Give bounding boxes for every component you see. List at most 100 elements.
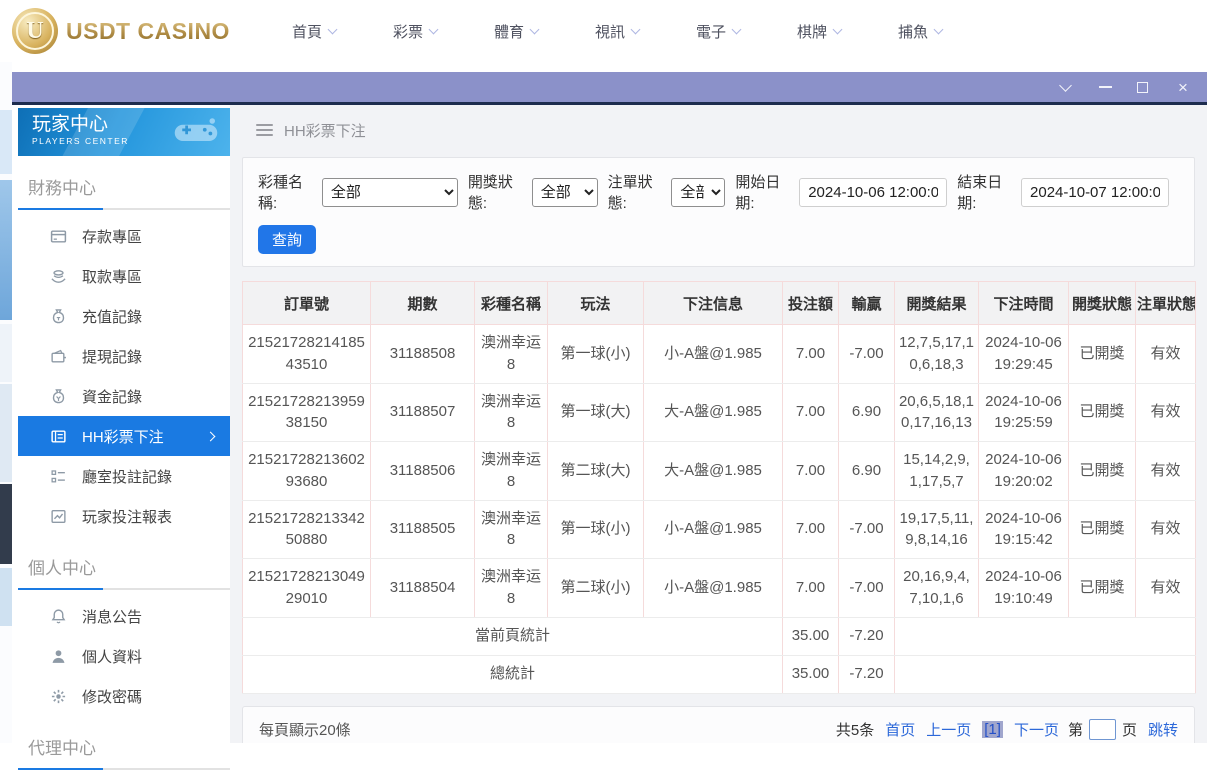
table-cell: 31188506 bbox=[370, 441, 475, 501]
nav-item-label: 捕魚 bbox=[898, 23, 929, 41]
window-close-button[interactable]: × bbox=[1175, 79, 1191, 96]
nav-item-3[interactable]: 視訊 bbox=[595, 21, 641, 42]
table-cell: 已開獎 bbox=[1068, 324, 1136, 384]
minimize-icon bbox=[1099, 86, 1112, 88]
sidebar-item[interactable]: 玩家投注報表 bbox=[18, 496, 230, 536]
nav-item-2[interactable]: 體育 bbox=[493, 21, 540, 42]
table-cell: 第二球(大) bbox=[547, 441, 644, 501]
chevron-down-icon bbox=[327, 24, 338, 34]
table-cell: 已開獎 bbox=[1068, 382, 1136, 442]
page-background-fragment bbox=[0, 180, 12, 320]
withdraw-hand-icon bbox=[50, 268, 67, 285]
recharge-bag-icon bbox=[50, 308, 67, 325]
sidebar-item-label: 存款專區 bbox=[82, 228, 143, 246]
sidebar-item[interactable]: HH彩票下注 bbox=[18, 416, 230, 456]
table-cell: 7.00 bbox=[782, 324, 839, 384]
sidebar-item[interactable]: 取款專區 bbox=[18, 256, 230, 296]
table-cell: 有效 bbox=[1135, 324, 1196, 384]
jump-page-input[interactable] bbox=[1088, 718, 1116, 740]
table-cell: 澳洲幸运8 bbox=[474, 382, 548, 442]
table-cell: 澳洲幸运8 bbox=[474, 441, 548, 501]
start-date-label: 開始日期: bbox=[735, 174, 781, 212]
table-row: 2152172821304929010 31188504 澳洲幸运8 第二球(小) 小-… bbox=[242, 558, 1196, 618]
first-page-link[interactable]: 首页 bbox=[885, 719, 915, 740]
summary-winloss-total-cell: -7.20 bbox=[838, 654, 895, 694]
nav-item-6[interactable]: 捕魚 bbox=[898, 21, 944, 42]
sidebar-title: 玩家中心 bbox=[32, 114, 109, 135]
window-titlebar: × bbox=[12, 72, 1207, 102]
sidebar-item-list: 消息公告 個人資料 修改密碼 bbox=[18, 590, 230, 716]
table-cell: 12,7,5,17,10,6,18,3 bbox=[894, 324, 979, 384]
window-maximize-button[interactable] bbox=[1137, 81, 1153, 93]
end-date-input[interactable] bbox=[1021, 177, 1170, 207]
table-cell: 15,14,2,9,1,17,5,7 bbox=[894, 441, 979, 501]
sidebar-section-title: 代理中心 bbox=[28, 739, 96, 758]
sidebar-section-divider bbox=[18, 588, 230, 590]
nav-item-label: 體育 bbox=[493, 23, 524, 41]
table-cell: 第二球(小) bbox=[547, 558, 644, 618]
nav-item-label: 棋牌 bbox=[797, 23, 828, 41]
table-cell: 第一球(小) bbox=[547, 324, 644, 384]
table-cell: -7.00 bbox=[838, 499, 895, 559]
table-cell: 有效 bbox=[1135, 441, 1196, 501]
table-cell: 澳洲幸运8 bbox=[474, 499, 548, 559]
summary-bet-total-cell: 35.00 bbox=[782, 654, 839, 694]
sidebar-item[interactable]: 修改密碼 bbox=[18, 676, 230, 716]
bet-report-icon bbox=[50, 508, 67, 525]
filter-panel: 彩種名稱: 全部 開獎狀態: 全部 注單狀態: 全部 開始日期: 結束日期: bbox=[242, 157, 1195, 267]
start-date-input[interactable] bbox=[799, 177, 948, 207]
logo-text: USDT CASINO bbox=[66, 17, 230, 44]
sidebar-item[interactable]: 個人資料 bbox=[18, 636, 230, 676]
draw-status-label: 開獎狀態: bbox=[467, 174, 513, 212]
page-background-strip bbox=[0, 62, 12, 743]
window-collapse-button[interactable] bbox=[1059, 78, 1077, 92]
table-cell: 2152172821360293680 bbox=[242, 441, 371, 501]
draw-status-select[interactable]: 全部 bbox=[531, 177, 598, 207]
sidebar-item[interactable]: 存款專區 bbox=[18, 216, 230, 256]
table-header-cell: 輸贏 bbox=[838, 281, 895, 325]
nav-item-5[interactable]: 棋牌 bbox=[797, 21, 843, 42]
nav-item-0[interactable]: 首頁 bbox=[292, 21, 338, 42]
jump-button[interactable]: 跳转 bbox=[1148, 719, 1178, 740]
sidebar-item[interactable]: 消息公告 bbox=[18, 596, 230, 636]
lottery-name-select[interactable]: 全部 bbox=[321, 177, 458, 207]
table-cell: 2152172821334250880 bbox=[242, 499, 371, 559]
next-page-link[interactable]: 下一页 bbox=[1014, 719, 1059, 740]
table-cell: 6.90 bbox=[838, 382, 895, 442]
table-header-cell: 訂單號 bbox=[242, 281, 371, 325]
sidebar-item[interactable]: 充值記錄 bbox=[18, 296, 230, 336]
table-cell: 31188505 bbox=[370, 499, 475, 559]
order-status-select[interactable]: 全部 bbox=[671, 177, 726, 207]
sidebar-item[interactable]: 廳室投註記錄 bbox=[18, 456, 230, 496]
summary-winloss-total-cell: -7.20 bbox=[838, 616, 895, 656]
top-nav-menu: 首頁 彩票 體育 視訊 電子 棋牌 捕魚 bbox=[292, 21, 944, 42]
window-minimize-button[interactable] bbox=[1099, 86, 1115, 88]
window-body: 玩家中心 PLAYERS CENTER 財務中心 存款專區 取款專區 充值記錄 提現記錄… bbox=[12, 102, 1207, 770]
table-cell: 7.00 bbox=[782, 499, 839, 559]
sidebar-section-divider bbox=[18, 208, 230, 210]
sidebar-item[interactable]: 提現記錄 bbox=[18, 336, 230, 376]
table-row: 2152172821395938150 31188507 澳洲幸运8 第一球(大) 大-… bbox=[242, 382, 1196, 442]
lottery-name-label: 彩種名稱: bbox=[258, 174, 304, 212]
table-cell: 2024-10-06 19:25:59 bbox=[978, 382, 1069, 442]
chevron-down-icon bbox=[1059, 78, 1072, 92]
prev-page-link[interactable]: 上一页 bbox=[926, 719, 971, 740]
logo-letter: U bbox=[26, 17, 44, 44]
page-background-fragment bbox=[0, 324, 12, 382]
nav-item-1[interactable]: 彩票 bbox=[393, 21, 439, 42]
menu-hamburger-icon[interactable] bbox=[256, 124, 273, 136]
chevron-down-icon bbox=[630, 24, 641, 34]
table-cell: 澳洲幸运8 bbox=[474, 558, 548, 618]
pagination-bar: 每頁顯示20條 共5条 首页 上一页 [1] 下一页 第 页 跳转 bbox=[242, 705, 1195, 743]
sidebar-item-label: 玩家投注報表 bbox=[82, 508, 173, 526]
site-logo[interactable]: U USDT CASINO bbox=[12, 8, 230, 54]
query-button[interactable]: 查詢 bbox=[258, 225, 317, 254]
sidebar-item[interactable]: 資金記錄 bbox=[18, 376, 230, 416]
summary-empty-cell bbox=[894, 616, 1196, 656]
table-cell: 6.90 bbox=[838, 441, 895, 501]
funds-record-icon bbox=[50, 388, 67, 405]
total-count-text: 共5条 bbox=[835, 721, 875, 739]
nav-item-4[interactable]: 電子 bbox=[696, 21, 742, 42]
table-cell: 20,16,9,4,7,10,1,6 bbox=[894, 558, 979, 618]
sidebar-subtitle: PLAYERS CENTER bbox=[32, 136, 129, 146]
